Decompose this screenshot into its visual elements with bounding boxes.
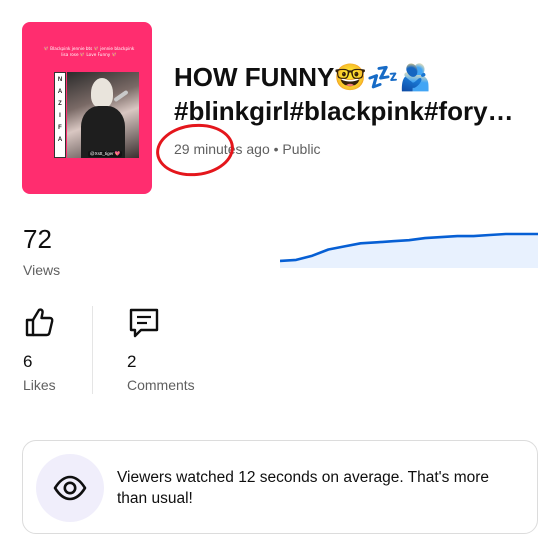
comments-count: 2 [127,352,137,371]
thumbnail-photo [67,72,139,158]
thumbnail-caption: 💖 Blackpink jennie bts 💖 jennie blackpin… [43,46,135,57]
meta-separator: • [273,141,279,157]
thumbnail-tag: @Xstt_tiger 💖 [88,151,123,157]
comment-icon[interactable] [127,306,161,340]
likes-label: Likes [23,377,56,393]
thumbs-up-icon[interactable] [23,306,55,338]
eye-icon [53,475,87,501]
views-count: 72 [23,224,52,254]
views-sparkline [280,232,538,268]
video-title: HOW FUNNY🤓💤🫂 #blinkgirl#blackpink#fory… [174,60,546,128]
insight-text: Viewers watched 12 seconds on average. T… [117,469,490,507]
insight-card[interactable]: Viewers watched 12 seconds on average. T… [22,440,538,534]
video-title-line-2: #blinkgirl#blackpink#fory… [174,96,514,126]
views-label: Views [23,262,61,278]
red-annotation-circle [153,120,237,180]
video-thumbnail[interactable]: 💖 Blackpink jennie bts 💖 jennie blackpin… [22,22,152,194]
insight-icon-circle [36,454,104,522]
comments-label: Comments [127,377,195,393]
thumbnail-side-letters: N A Z I F A [54,72,66,158]
stats-divider [92,306,93,394]
visibility-status: Public [282,141,321,157]
likes-count: 6 [23,352,33,371]
video-title-line-1: HOW FUNNY🤓💤🫂 [174,62,432,92]
